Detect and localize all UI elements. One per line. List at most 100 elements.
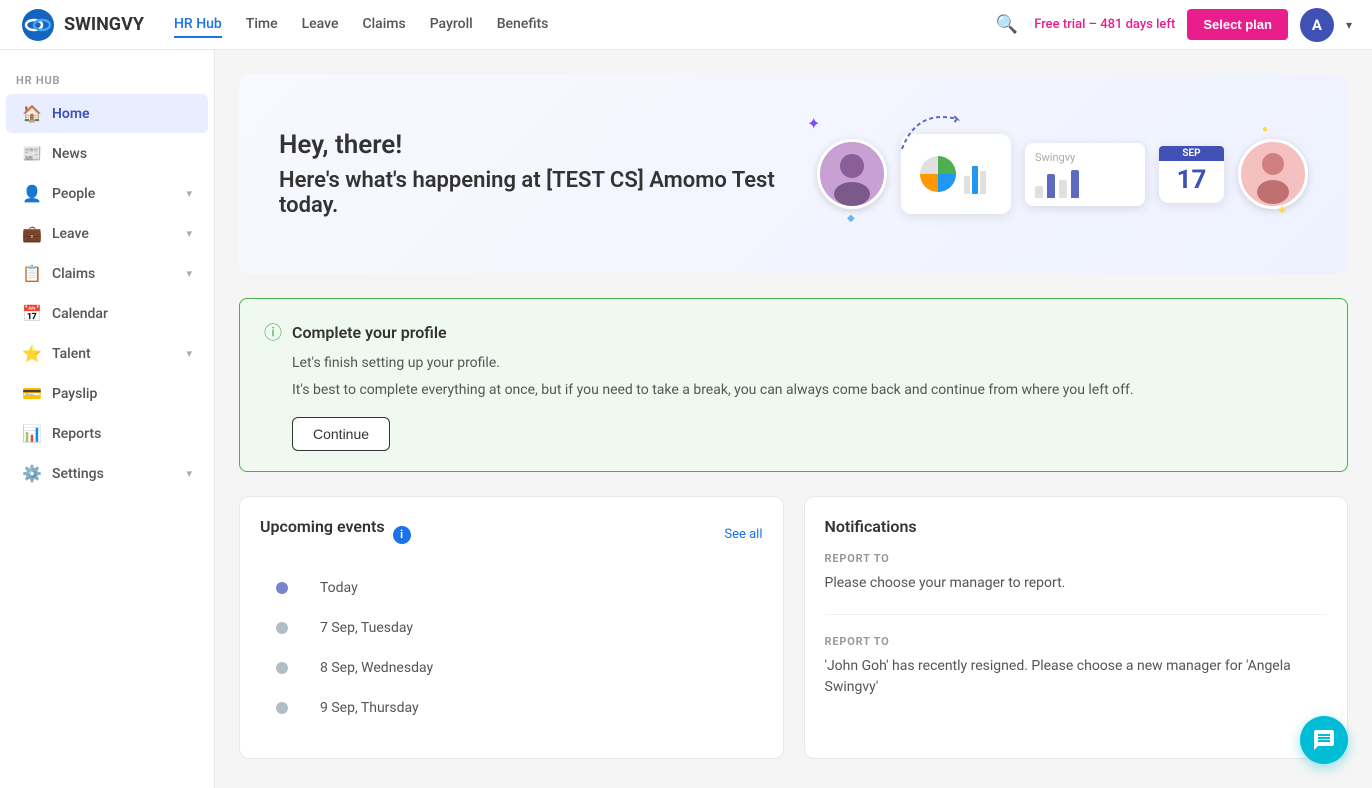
- avatar-chevron-icon[interactable]: ▾: [1346, 18, 1352, 32]
- hero-subtitle: Here's what's happening at [TEST CS] Amo…: [279, 168, 817, 218]
- events-info-icon[interactable]: i: [393, 526, 411, 544]
- events-timeline: Today 7 Sep, Tuesday: [260, 568, 763, 728]
- timeline-item-2: 8 Sep, Wednesday: [276, 648, 763, 688]
- trial-text: Free trial – 481 days left: [1034, 17, 1175, 32]
- calendar-icon: 📅: [22, 304, 42, 323]
- see-all-link[interactable]: See all: [724, 527, 762, 542]
- hero-section: Hey, there! Here's what's happening at […: [239, 74, 1348, 274]
- people-icon: 👤: [22, 184, 42, 203]
- dot-decoration-icon: ●: [1262, 124, 1268, 135]
- settings-chevron-icon: ▾: [186, 467, 192, 480]
- talent-chevron-icon: ▾: [186, 347, 192, 360]
- event-date-today: Today: [320, 580, 358, 596]
- app-name: SWINGVY: [64, 14, 144, 35]
- profile-banner-header: ⓘ Complete your profile: [264, 319, 1323, 345]
- nav-leave[interactable]: Leave: [302, 12, 339, 38]
- event-date-3: 9 Sep, Thursday: [320, 700, 419, 716]
- nav-benefits[interactable]: Benefits: [497, 12, 549, 38]
- complete-profile-banner: ⓘ Complete your profile Let's finish set…: [239, 298, 1348, 472]
- talent-icon: ⭐: [22, 344, 42, 363]
- main-content: Hey, there! Here's what's happening at […: [215, 50, 1372, 788]
- sidebar-item-payslip[interactable]: 💳 Payslip: [6, 374, 208, 413]
- profile-banner-title: Complete your profile: [292, 323, 447, 342]
- sidebar-item-label: Talent: [52, 346, 91, 362]
- upcoming-events-header: Upcoming events i See all: [260, 517, 763, 552]
- notification-label-1: REPORT TO: [825, 635, 1328, 648]
- star-decoration-2-icon: ✦: [1276, 203, 1288, 219]
- notifications-card: Notifications REPORT TO Please choose yo…: [804, 496, 1349, 759]
- sidebar-item-home[interactable]: 🏠 Home: [6, 94, 208, 133]
- hero-calendar-card: SEP 17: [1159, 146, 1224, 203]
- nav-payroll[interactable]: Payroll: [430, 12, 473, 38]
- notification-label-0: REPORT TO: [825, 552, 1328, 565]
- reports-icon: 📊: [22, 424, 42, 443]
- timeline-dot-1: [276, 622, 288, 634]
- sidebar-item-label: People: [52, 186, 95, 202]
- hero-person-avatar-1: [817, 139, 887, 209]
- timeline-item-1: 7 Sep, Tuesday: [276, 608, 763, 648]
- sidebar-item-reports[interactable]: 📊 Reports: [6, 414, 208, 453]
- hero-greeting: Hey, there!: [279, 130, 817, 160]
- chat-bubble-button[interactable]: [1300, 716, 1348, 764]
- claims-icon: 📋: [22, 264, 42, 283]
- sidebar-item-people[interactable]: 👤 People ▾: [6, 174, 208, 213]
- timeline-dot-2: [276, 662, 288, 674]
- top-navigation: SWINGVY HR Hub Time Leave Claims Payroll…: [0, 0, 1372, 50]
- notifications-title: Notifications: [825, 517, 1328, 536]
- avatar[interactable]: A: [1300, 8, 1334, 42]
- hero-text: Hey, there! Here's what's happening at […: [279, 130, 817, 218]
- timeline-dot-3: [276, 702, 288, 714]
- hero-swingvy-card: Swingvy: [1025, 143, 1145, 206]
- event-date-1: 7 Sep, Tuesday: [320, 620, 413, 636]
- nav-hr-hub[interactable]: HR Hub: [174, 12, 222, 38]
- select-plan-button[interactable]: Select plan: [1187, 9, 1288, 40]
- logo[interactable]: SWINGVY: [20, 7, 144, 43]
- sidebar-item-talent[interactable]: ⭐ Talent ▾: [6, 334, 208, 373]
- payslip-icon: 💳: [22, 384, 42, 403]
- hero-illustration: ✦ ◆ ●: [817, 134, 1308, 214]
- sidebar-item-claims[interactable]: 📋 Claims ▾: [6, 254, 208, 293]
- notification-text-0: Please choose your manager to report.: [825, 573, 1328, 594]
- events-title-row: Upcoming events i: [260, 517, 411, 552]
- logo-icon: [20, 7, 56, 43]
- timeline-item-today: Today: [276, 568, 763, 608]
- sidebar-item-settings[interactable]: ⚙️ Settings ▾: [6, 454, 208, 493]
- notification-text-1: 'John Goh' has recently resigned. Please…: [825, 656, 1328, 698]
- leave-chevron-icon: ▾: [186, 227, 192, 240]
- home-icon: 🏠: [22, 104, 42, 123]
- sidebar-item-news[interactable]: 📰 News: [6, 134, 208, 173]
- continue-button[interactable]: Continue: [292, 417, 390, 451]
- info-circle-icon: ⓘ: [264, 319, 282, 345]
- notification-item-1: REPORT TO 'John Goh' has recently resign…: [825, 635, 1328, 718]
- nav-time[interactable]: Time: [246, 12, 278, 38]
- nav-right-section: 🔍 Free trial – 481 days left Select plan…: [992, 8, 1352, 42]
- timeline-item-3: 9 Sep, Thursday: [276, 688, 763, 728]
- app-layout: HR HUB 🏠 Home 📰 News 👤 People ▾ 💼 Leave …: [0, 50, 1372, 788]
- diamond-decoration-icon: ◆: [847, 213, 855, 224]
- bottom-grid: Upcoming events i See all Today: [239, 496, 1348, 759]
- settings-icon: ⚙️: [22, 464, 42, 483]
- nav-claims[interactable]: Claims: [362, 12, 405, 38]
- hero-person-avatar-2: [1238, 139, 1308, 209]
- sidebar-item-label: Payslip: [52, 386, 97, 402]
- claims-chevron-icon: ▾: [186, 267, 192, 280]
- search-button[interactable]: 🔍: [992, 10, 1022, 39]
- sidebar-item-label: Settings: [52, 466, 104, 482]
- arrow-path-decoration: [897, 104, 977, 154]
- leave-icon: 💼: [22, 224, 42, 243]
- sidebar-item-label: News: [52, 146, 87, 162]
- sidebar-item-label: Leave: [52, 226, 89, 242]
- upcoming-events-card: Upcoming events i See all Today: [239, 496, 784, 759]
- star-decoration-icon: ✦: [807, 114, 820, 133]
- timeline-dot-today: [276, 582, 288, 594]
- news-icon: 📰: [22, 144, 42, 163]
- sidebar-section-label: HR HUB: [0, 66, 214, 93]
- sidebar-item-leave[interactable]: 💼 Leave ▾: [6, 214, 208, 253]
- sidebar-item-calendar[interactable]: 📅 Calendar: [6, 294, 208, 333]
- notification-item-0: REPORT TO Please choose your manager to …: [825, 552, 1328, 615]
- profile-banner-line2: It's best to complete everything at once…: [292, 380, 1323, 401]
- sidebar: HR HUB 🏠 Home 📰 News 👤 People ▾ 💼 Leave …: [0, 50, 215, 788]
- upcoming-events-title: Upcoming events: [260, 517, 385, 536]
- sidebar-item-label: Calendar: [52, 306, 108, 322]
- sidebar-item-label: Claims: [52, 266, 95, 282]
